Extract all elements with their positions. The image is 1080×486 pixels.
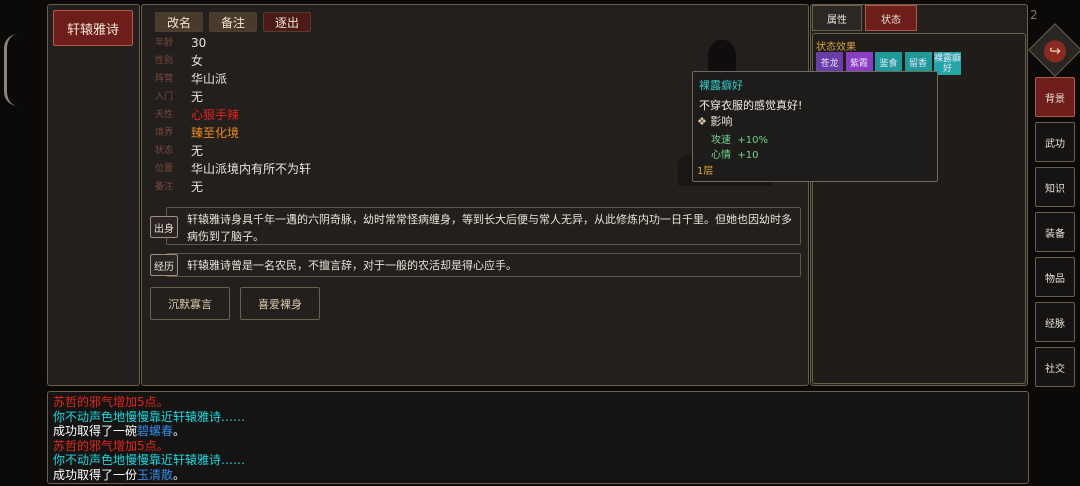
field-label: 位置 <box>155 164 174 174</box>
field-label: 境界 <box>155 128 174 138</box>
sidebar-item-4[interactable]: 物品 <box>1035 257 1075 297</box>
field-label: 年龄 <box>155 38 174 48</box>
log-segment: 。 <box>173 424 186 438</box>
sidebar-item-0[interactable]: 背景 <box>1035 77 1075 117</box>
log-line: 成功取得了一碗碧螺春。 <box>53 424 185 439</box>
experience-box: 轩辕雅诗曾是一名农民，不擅言辞，对于一般的农活却是得心应手。 <box>166 253 801 277</box>
field-value: 臻至化境 <box>191 126 240 140</box>
status-effect-badge[interactable]: 裸露癖好 <box>934 52 961 75</box>
tooltip-effect-2: 心情 +10 <box>711 150 759 161</box>
expel-button[interactable]: 逐出 <box>263 12 311 32</box>
character-name-button[interactable]: 轩辕雅诗 <box>53 10 133 46</box>
log-segment: 苏哲的邪气增加5点。 <box>53 438 169 453</box>
field-value: 无 <box>191 144 204 158</box>
field-value: 无 <box>191 180 204 194</box>
log-segment: 你不动声色地慢慢靠近轩辕雅诗…… <box>53 409 246 424</box>
sidebar-item-3[interactable]: 装备 <box>1035 212 1075 252</box>
log-segment: 。 <box>173 467 186 482</box>
tooltip-title: 裸露癖好 <box>699 79 743 92</box>
tooltip-effects-header: ❖ 影响 <box>697 115 733 128</box>
field-label: 状态 <box>155 146 174 156</box>
field-label: 阵营 <box>155 74 174 84</box>
sidebar-item-2[interactable]: 知识 <box>1035 167 1075 207</box>
top-right-number: 2 <box>1030 8 1038 22</box>
trait-button-1[interactable]: 沉默寡言 <box>150 287 230 320</box>
field-value: 华山派境内有所不为轩 <box>191 162 312 176</box>
experience-tag: 经历 <box>150 254 178 276</box>
log-segment: 成功取得了一份 <box>53 467 138 482</box>
field-value: 华山派 <box>191 72 228 86</box>
status-tooltip: 裸露癖好 不穿衣服的感觉真好! ❖ 影响 攻速 +10% 心情 +10 1层 <box>692 71 938 182</box>
experience-text: 轩辕雅诗曾是一名农民，不擅言辞，对于一般的农活却是得心应手。 <box>187 259 517 272</box>
origin-text: 轩辕雅诗身具千年一遇的六阴奇脉，幼时常常怪病缠身，等到长大后便与常人无异，从此修… <box>187 213 792 243</box>
log-segment: 你不动声色地慢慢靠近轩辕雅诗…… <box>53 453 246 467</box>
rename-button[interactable]: 改名 <box>155 12 203 32</box>
log-segment: 成功取得了一碗 <box>53 424 138 438</box>
message-log <box>47 391 1029 484</box>
tooltip-effect-1: 攻速 +10% <box>711 135 768 146</box>
log-line: 苏哲的邪气增加5点。 <box>53 439 169 454</box>
origin-box: 轩辕雅诗身具千年一遇的六阴奇脉，幼时常常怪病缠身，等到长大后便与常人无异，从此修… <box>166 207 801 245</box>
log-line: 你不动声色地慢慢靠近轩辕雅诗…… <box>53 453 245 468</box>
tab-status[interactable]: 状态 <box>865 5 917 31</box>
sidebar-item-1[interactable]: 武功 <box>1035 122 1075 162</box>
trait-button-2[interactable]: 喜爱裸身 <box>240 287 320 320</box>
character-list-panel <box>47 4 140 386</box>
status-effects-title: 状态效果 <box>816 42 856 53</box>
field-label: 备注 <box>155 182 174 192</box>
field-label: 入门 <box>155 92 174 102</box>
sidebar-item-6[interactable]: 社交 <box>1035 347 1075 387</box>
diamond-icon: ❖ <box>697 115 707 128</box>
field-value: 30 <box>191 36 207 50</box>
field-value: 心狠手辣 <box>191 108 240 122</box>
tooltip-description: 不穿衣服的感觉真好! <box>699 99 803 112</box>
sidebar-item-5[interactable]: 经脉 <box>1035 302 1075 342</box>
origin-tag: 出身 <box>150 216 178 238</box>
field-value: 无 <box>191 90 204 104</box>
log-line: 成功取得了一份玉清散。 <box>53 468 185 483</box>
return-arrow-icon: ↪ <box>1044 40 1066 63</box>
note-button[interactable]: 备注 <box>209 12 257 32</box>
log-segment: 玉清散 <box>137 467 174 482</box>
field-value: 女 <box>191 54 204 68</box>
log-segment: 苏哲的邪气增加5点。 <box>53 395 169 409</box>
field-label: 天性 <box>155 110 174 120</box>
field-label: 性别 <box>155 56 174 66</box>
log-line: 苏哲的邪气增加5点。 <box>53 395 169 410</box>
log-line: 你不动声色地慢慢靠近轩辕雅诗…… <box>53 410 245 425</box>
return-button[interactable]: ↪ <box>1028 23 1080 77</box>
tooltip-stack: 1层 <box>697 166 714 177</box>
log-segment: 碧螺春 <box>137 424 174 438</box>
tab-attributes[interactable]: 属性 <box>812 5 862 31</box>
back-swipe-indicator <box>4 34 21 106</box>
